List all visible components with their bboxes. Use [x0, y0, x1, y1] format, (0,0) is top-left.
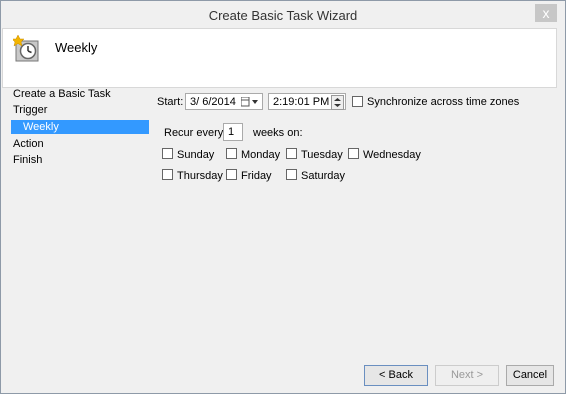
- thursday-checkbox[interactable]: [162, 169, 173, 180]
- cancel-button[interactable]: Cancel: [506, 365, 554, 386]
- next-button[interactable]: Next >: [435, 365, 499, 386]
- monday-label: Monday: [241, 149, 281, 161]
- sync-time-zones-checkbox[interactable]: [352, 96, 363, 107]
- saturday-checkbox[interactable]: [286, 169, 297, 180]
- title-bar: Create Basic Task Wizard x: [1, 1, 565, 28]
- calendar-dropdown-icon[interactable]: [241, 97, 259, 107]
- back-button[interactable]: < Back: [364, 365, 428, 386]
- step-create-basic-task[interactable]: Create a Basic Task: [13, 87, 111, 101]
- wizard-header: Weekly: [2, 28, 557, 88]
- step-weekly[interactable]: Weekly: [11, 120, 149, 134]
- thursday-label: Thursday: [177, 170, 223, 182]
- step-finish[interactable]: Finish: [13, 153, 42, 167]
- wednesday-label: Wednesday: [363, 149, 421, 161]
- time-spinner[interactable]: [331, 95, 344, 110]
- start-date-picker[interactable]: 3/ 6/2014: [185, 93, 263, 110]
- step-trigger[interactable]: Trigger: [13, 103, 47, 117]
- recur-every-label: Recur every:: [164, 127, 227, 139]
- page-title: Weekly: [55, 40, 98, 55]
- sunday-label: Sunday: [177, 149, 215, 161]
- close-button[interactable]: x: [535, 4, 557, 22]
- start-date-value: 3/ 6/2014: [190, 96, 236, 108]
- start-time-value: 2:19:01 PM: [273, 96, 330, 108]
- close-icon: x: [542, 5, 550, 21]
- recur-weeks-input[interactable]: 1: [223, 123, 243, 141]
- monday-checkbox[interactable]: [226, 148, 237, 159]
- saturday-label: Saturday: [301, 170, 346, 182]
- tuesday-label: Tuesday: [301, 149, 343, 161]
- tuesday-checkbox[interactable]: [286, 148, 297, 159]
- friday-checkbox[interactable]: [226, 169, 237, 180]
- wizard-window: Create Basic Task Wizard x Weekly Create…: [0, 0, 566, 394]
- spinner-arrows-icon: [334, 98, 341, 107]
- step-action[interactable]: Action: [13, 137, 44, 151]
- start-time-field[interactable]: 2:19:01 PM: [268, 93, 346, 110]
- task-clock-icon: [13, 35, 39, 62]
- weeks-on-label: weeks on:: [253, 127, 303, 139]
- friday-label: Friday: [241, 170, 272, 182]
- wednesday-checkbox[interactable]: [348, 148, 359, 159]
- sunday-checkbox[interactable]: [162, 148, 173, 159]
- window-title: Create Basic Task Wizard: [208, 8, 358, 23]
- start-label: Start:: [157, 96, 184, 108]
- sync-time-zones-label: Synchronize across time zones: [367, 96, 520, 108]
